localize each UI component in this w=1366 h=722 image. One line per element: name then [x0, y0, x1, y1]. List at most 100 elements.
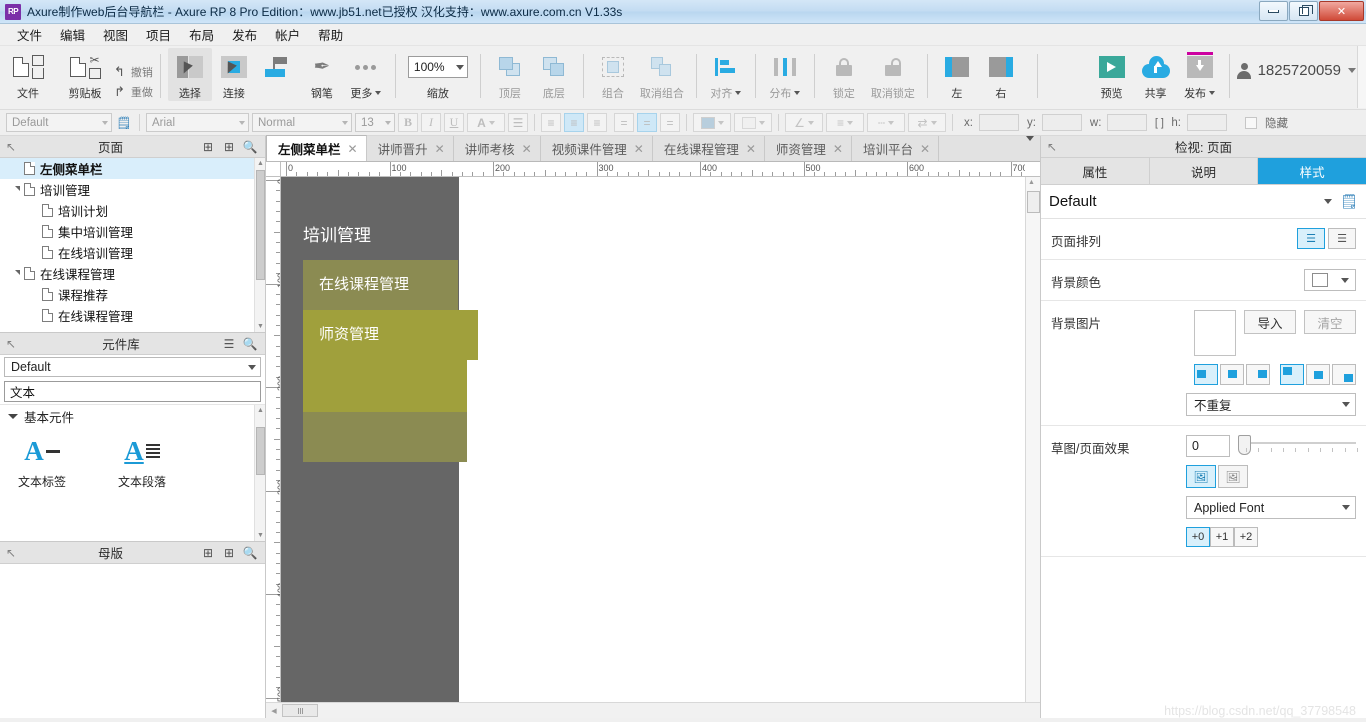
color-image-button[interactable]: 🖼	[1186, 465, 1216, 488]
scrollbar-thumb[interactable]	[1027, 191, 1040, 213]
tab-notes[interactable]: 说明	[1149, 158, 1259, 184]
expand-toggle-icon[interactable]	[10, 185, 24, 195]
tree-item-4[interactable]: 在线培训管理	[0, 242, 265, 263]
line-width-button[interactable]: ≡	[826, 113, 864, 132]
valign-middle-button[interactable]: =	[637, 113, 657, 132]
minimize-button[interactable]	[1259, 1, 1288, 21]
tab-1[interactable]: 讲师晋升 ✕	[367, 136, 454, 161]
library-search-input[interactable]: 文本	[4, 381, 261, 402]
font-weight-select[interactable]: Normal	[252, 113, 352, 132]
style-editor-icon[interactable]: 🗒	[115, 114, 133, 132]
add-master-folder-icon[interactable]: ⊞	[220, 544, 238, 562]
share-tool[interactable]: 共享	[1134, 48, 1178, 101]
clear-button[interactable]: 清空	[1304, 310, 1356, 334]
underline-button[interactable]: U	[444, 113, 464, 132]
tree-item-3[interactable]: 集中培训管理	[0, 221, 265, 242]
widget-text-label[interactable]: A 文本标签	[10, 433, 74, 490]
close-icon[interactable]: ✕	[833, 142, 843, 156]
library-widget-list[interactable]: 基本元件 A 文本标签 A 文本段落 ▲ ▼	[0, 404, 265, 541]
mock-menu-item-0[interactable]: 在线课程管理	[303, 260, 458, 310]
scroll-up-arrow-icon[interactable]: ▲	[255, 405, 265, 416]
design-canvas[interactable]: 培训管理 在线课程管理 师资管理	[281, 177, 1025, 702]
distribute-tool[interactable]: 分布	[763, 48, 807, 101]
sketch-slider[interactable]	[1238, 435, 1359, 457]
tab-3[interactable]: 视频课件管理 ✕	[541, 136, 653, 161]
tree-item-0[interactable]: 左侧菜单栏	[0, 158, 265, 179]
line-color-button[interactable]: ∠	[785, 113, 823, 132]
canvas-horizontal-scrollbar[interactable]: ◀	[266, 702, 1040, 718]
connect-tool[interactable]: 连接	[212, 48, 256, 101]
tree-item-2[interactable]: 培训计划	[0, 200, 265, 221]
select-tool[interactable]: 选择	[167, 48, 212, 101]
add-folder-icon[interactable]: ⊞	[220, 138, 238, 156]
valign-top-button[interactable]: =	[614, 113, 634, 132]
mock-menu-item-2[interactable]	[303, 360, 467, 412]
zoom-tool[interactable]: 100% 缩放	[403, 48, 473, 101]
search-icon[interactable]: 🔍	[241, 335, 259, 353]
close-icon[interactable]: ✕	[435, 142, 445, 156]
h-input[interactable]	[1187, 114, 1227, 131]
collapse-icon[interactable]: ↖	[0, 140, 22, 154]
search-icon[interactable]: 🔍	[241, 138, 259, 156]
bold-button[interactable]: B	[398, 113, 418, 132]
preview-tool[interactable]: 预览	[1090, 48, 1134, 101]
more-tool[interactable]: 更多	[344, 48, 388, 101]
bullet-list-button[interactable]: ☰	[508, 113, 528, 132]
import-button[interactable]: 导入	[1244, 310, 1296, 334]
file-tool[interactable]: 文件	[0, 48, 56, 101]
lock-tool[interactable]: 锁定	[822, 48, 866, 101]
bg-repeat-select[interactable]: 不重复	[1186, 393, 1356, 416]
scrollbar-thumb[interactable]	[256, 427, 265, 475]
bg-vpos-middle-button[interactable]	[1306, 364, 1330, 385]
toolbar-scrollbar[interactable]	[1357, 46, 1366, 108]
library-scrollbar[interactable]: ▲ ▼	[254, 405, 265, 541]
x-input[interactable]	[978, 114, 1019, 131]
align-right-button[interactable]: ≡	[587, 113, 607, 132]
bg-color-picker[interactable]	[1304, 269, 1356, 291]
close-icon[interactable]: ✕	[920, 142, 930, 156]
shadow-button[interactable]	[734, 113, 772, 132]
line-style-button[interactable]: ┄	[867, 113, 905, 132]
tree-item-5[interactable]: 在线课程管理	[0, 263, 265, 284]
scroll-down-arrow-icon[interactable]: ▼	[255, 530, 265, 541]
library-category[interactable]: 基本元件	[0, 405, 265, 427]
menu-file[interactable]: 文件	[8, 23, 51, 46]
send-back-tool[interactable]: 底层	[532, 48, 576, 101]
add-page-icon[interactable]: ⊞	[199, 138, 217, 156]
canvas-vertical-scrollbar[interactable]: ▲	[1025, 177, 1040, 702]
tab-properties[interactable]: 属性	[1041, 158, 1150, 184]
expand-toggle-icon[interactable]	[10, 269, 24, 279]
connect-shape-tool[interactable]: 钢笔	[256, 48, 300, 101]
menu-layout[interactable]: 布局	[180, 23, 223, 46]
scroll-left-arrow-icon[interactable]: ◀	[266, 707, 282, 715]
tree-item-6[interactable]: 课程推荐	[0, 284, 265, 305]
chevron-down-icon[interactable]	[1324, 199, 1333, 204]
font-step-1-button[interactable]: +1	[1210, 527, 1234, 547]
align-page-center-button[interactable]: ☰	[1328, 228, 1356, 249]
slider-knob[interactable]	[1238, 435, 1251, 455]
group-tool[interactable]: 组合	[591, 48, 635, 101]
bg-vpos-top-button[interactable]	[1280, 364, 1304, 385]
zoom-input[interactable]: 100%	[407, 56, 468, 78]
align-tool[interactable]: 对齐	[704, 48, 748, 101]
add-master-icon[interactable]: ⊞	[199, 544, 217, 562]
pages-tree[interactable]: 左侧菜单栏 培训管理 培训计划 集中培训管理 在线培训管理 在线课程管理 课程推…	[0, 158, 265, 332]
close-icon[interactable]: ✕	[348, 142, 358, 156]
undo-button[interactable]: ↰ 撤销	[114, 64, 153, 80]
scrollbar-thumb[interactable]	[282, 704, 318, 717]
collapse-icon[interactable]: ↖	[0, 546, 22, 560]
vertical-ruler[interactable]: 0100200300400500	[266, 177, 281, 702]
tab-5[interactable]: 师资管理 ✕	[765, 136, 852, 161]
tab-6[interactable]: 培训平台 ✕	[852, 136, 940, 161]
scroll-down-arrow-icon[interactable]: ▼	[255, 321, 265, 332]
close-icon[interactable]: ✕	[746, 142, 756, 156]
scrollbar-thumb[interactable]	[256, 170, 265, 280]
menu-edit[interactable]: 编辑	[51, 23, 94, 46]
ungroup-tool[interactable]: 取消组合	[635, 48, 689, 101]
mock-menu-item-3[interactable]	[303, 412, 467, 462]
close-icon[interactable]: ✕	[634, 142, 644, 156]
maximize-button[interactable]	[1289, 1, 1318, 21]
lock-ratio-icon[interactable]: [ ]	[1150, 114, 1168, 132]
tab-2[interactable]: 讲师考核 ✕	[454, 136, 541, 161]
y-input[interactable]	[1041, 114, 1082, 131]
